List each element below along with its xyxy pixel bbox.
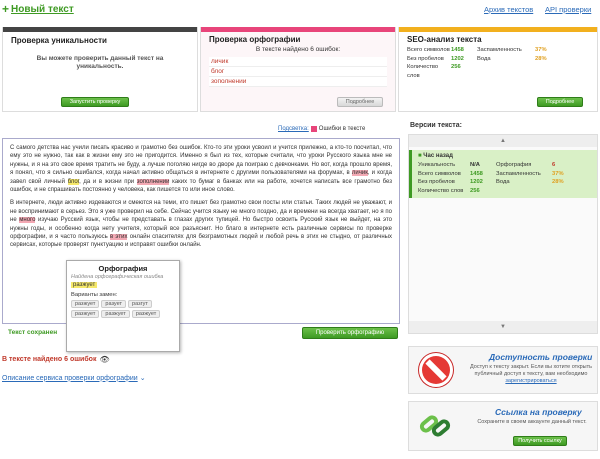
check-spelling-button[interactable]: Проверить орфографию <box>302 327 398 339</box>
variant-option[interactable]: разгут <box>128 300 152 308</box>
access-title: Доступность проверки <box>489 352 593 362</box>
seo-row: Количество слов 256 <box>407 64 461 79</box>
variant-option[interactable]: разжует <box>71 300 100 308</box>
chevron-down-icon: ⌄ <box>139 375 146 382</box>
error-word[interactable]: в этих <box>109 234 128 241</box>
versions-scroll-down[interactable]: ▼ <box>409 321 597 333</box>
seo-details-button[interactable]: Подробнее <box>537 97 583 107</box>
version-item[interactable]: ■ Час назад Уникальность N/A Орфография 6 … <box>409 150 597 198</box>
plus-icon: + <box>2 2 10 16</box>
card-stripe <box>3 27 197 32</box>
popup-variants: разжует разует разгут разжует разжует ра… <box>71 300 175 318</box>
popup-subtitle: Найдена орфографическая ошибка <box>71 274 164 280</box>
seo-card: SEO-анализ текста Всего символов 1458 Зас… <box>398 27 598 112</box>
text-saved-label: Текст сохранен <box>8 329 58 336</box>
link-icon <box>417 408 455 444</box>
access-box: Доступность проверки Доступ к тексту зак… <box>408 346 598 394</box>
paragraph-1: С самого детства нас учили писать красив… <box>10 145 392 194</box>
uniqueness-title: Проверка уникальности <box>11 36 107 45</box>
new-text-label: Новый текст <box>11 3 74 15</box>
start-uniqueness-button[interactable]: Запустить проверку <box>61 97 129 107</box>
service-description-label: Описание сервиса проверки орфографии <box>2 374 138 382</box>
card-stripe <box>201 27 395 32</box>
variant-option[interactable]: разует <box>101 300 127 308</box>
uniqueness-message: Вы можете проверить данный текст на уник… <box>36 55 164 70</box>
seo-title: SEO-анализ текста <box>407 35 482 44</box>
seo-row: Всего символов 1458 Заспамленность 37% <box>407 47 547 53</box>
text-editor[interactable]: С самого детства нас учили писать красив… <box>2 138 400 324</box>
uniqueness-card: Проверка уникальности Вы можете проверит… <box>2 27 198 112</box>
error-word[interactable]: блог <box>67 178 80 185</box>
variant-option[interactable]: разжует <box>71 310 100 318</box>
version-row: Уникальность N/A Орфография 6 <box>418 162 556 168</box>
api-link[interactable]: API проверки <box>545 5 591 14</box>
spelling-error-list: личик блог зополнении <box>209 57 387 87</box>
bullet-icon: ■ <box>418 153 422 159</box>
seo-row: Без пробелов 1202 Вода 28% <box>407 55 547 62</box>
error-word[interactable]: личик <box>351 170 368 177</box>
versions-scroll-up[interactable]: ▲ <box>409 135 597 147</box>
share-title: Ссылка на проверку <box>495 407 582 417</box>
highlight-toggle[interactable]: Подсветка: <box>278 126 309 132</box>
archive-link[interactable]: Архив текстов <box>484 5 533 14</box>
version-row: Количество слов 256 <box>418 187 480 194</box>
share-box: Ссылка на проверку Сохраните в своем акк… <box>408 401 598 451</box>
variant-option[interactable]: разжует <box>131 310 161 318</box>
spelling-subtitle: В тексте найдено 6 ошибок: <box>255 46 341 53</box>
spelling-card: Проверка орфографии В тексте найдено 6 о… <box>200 27 396 112</box>
variant-option[interactable]: разжует <box>101 310 130 318</box>
eye-icon[interactable]: 👁 <box>99 355 109 364</box>
new-text-link[interactable]: + Новый текст <box>2 3 74 15</box>
register-link[interactable]: зарегистрироваться <box>505 378 556 384</box>
errors-legend: Ошибки в тексте <box>318 126 366 132</box>
spelling-details-button[interactable]: Подробнее <box>337 97 383 107</box>
editor-content: С самого детства нас учили писать красив… <box>10 144 392 250</box>
editor-toolbar: Подсветка: Ошибки в тексте <box>278 126 365 132</box>
spelling-title: Проверка орфографии <box>209 35 301 44</box>
share-text: Сохраните в своем аккаунте данный текст. <box>477 419 587 425</box>
error-color-swatch <box>310 126 317 132</box>
paragraph-2: В интернете, люди активно издеваются и с… <box>10 200 392 249</box>
error-word[interactable]: много <box>19 217 36 224</box>
get-link-button[interactable]: Получить ссылку <box>513 436 567 446</box>
errors-found-summary: В тексте найдено 6 ошибок 👁 <box>2 355 110 364</box>
version-row: Всего символов 1458 Заспамленность 37% <box>418 170 564 177</box>
popup-title: Орфография <box>98 264 148 273</box>
versions-panel: ▲ ■ Час назад Уникальность N/A Орфография… <box>408 134 598 334</box>
errors-found-label: В тексте найдено 6 ошибок <box>2 356 97 363</box>
popup-word: разжует <box>71 282 98 288</box>
error-item[interactable]: зополнении <box>209 77 387 87</box>
versions-title: Версии текста: <box>410 122 462 129</box>
card-stripe <box>399 27 597 32</box>
access-text: Доступ к тексту закрыт. Если вы хотите о… <box>469 364 592 384</box>
version-time: ■ Час назад <box>418 153 453 159</box>
spelling-popup: Орфография Найдена орфографическая ошибк… <box>66 260 180 352</box>
version-row: Без пробелов 1202 Вода 28% <box>418 179 564 185</box>
popup-variants-label: Варианты замен: <box>71 292 118 298</box>
service-description-link[interactable]: Описание сервиса проверки орфографии ⌄ <box>2 374 146 383</box>
error-item[interactable]: блог <box>209 67 387 77</box>
error-item[interactable]: личик <box>209 57 387 67</box>
chevron-up-icon: ▲ <box>500 138 506 144</box>
seo-stats: Всего символов 1458 Заспамленность 37% Без… <box>407 46 589 80</box>
chevron-down-icon: ▼ <box>500 324 506 330</box>
error-word[interactable]: зополнении <box>136 178 170 185</box>
access-denied-icon <box>419 353 453 387</box>
